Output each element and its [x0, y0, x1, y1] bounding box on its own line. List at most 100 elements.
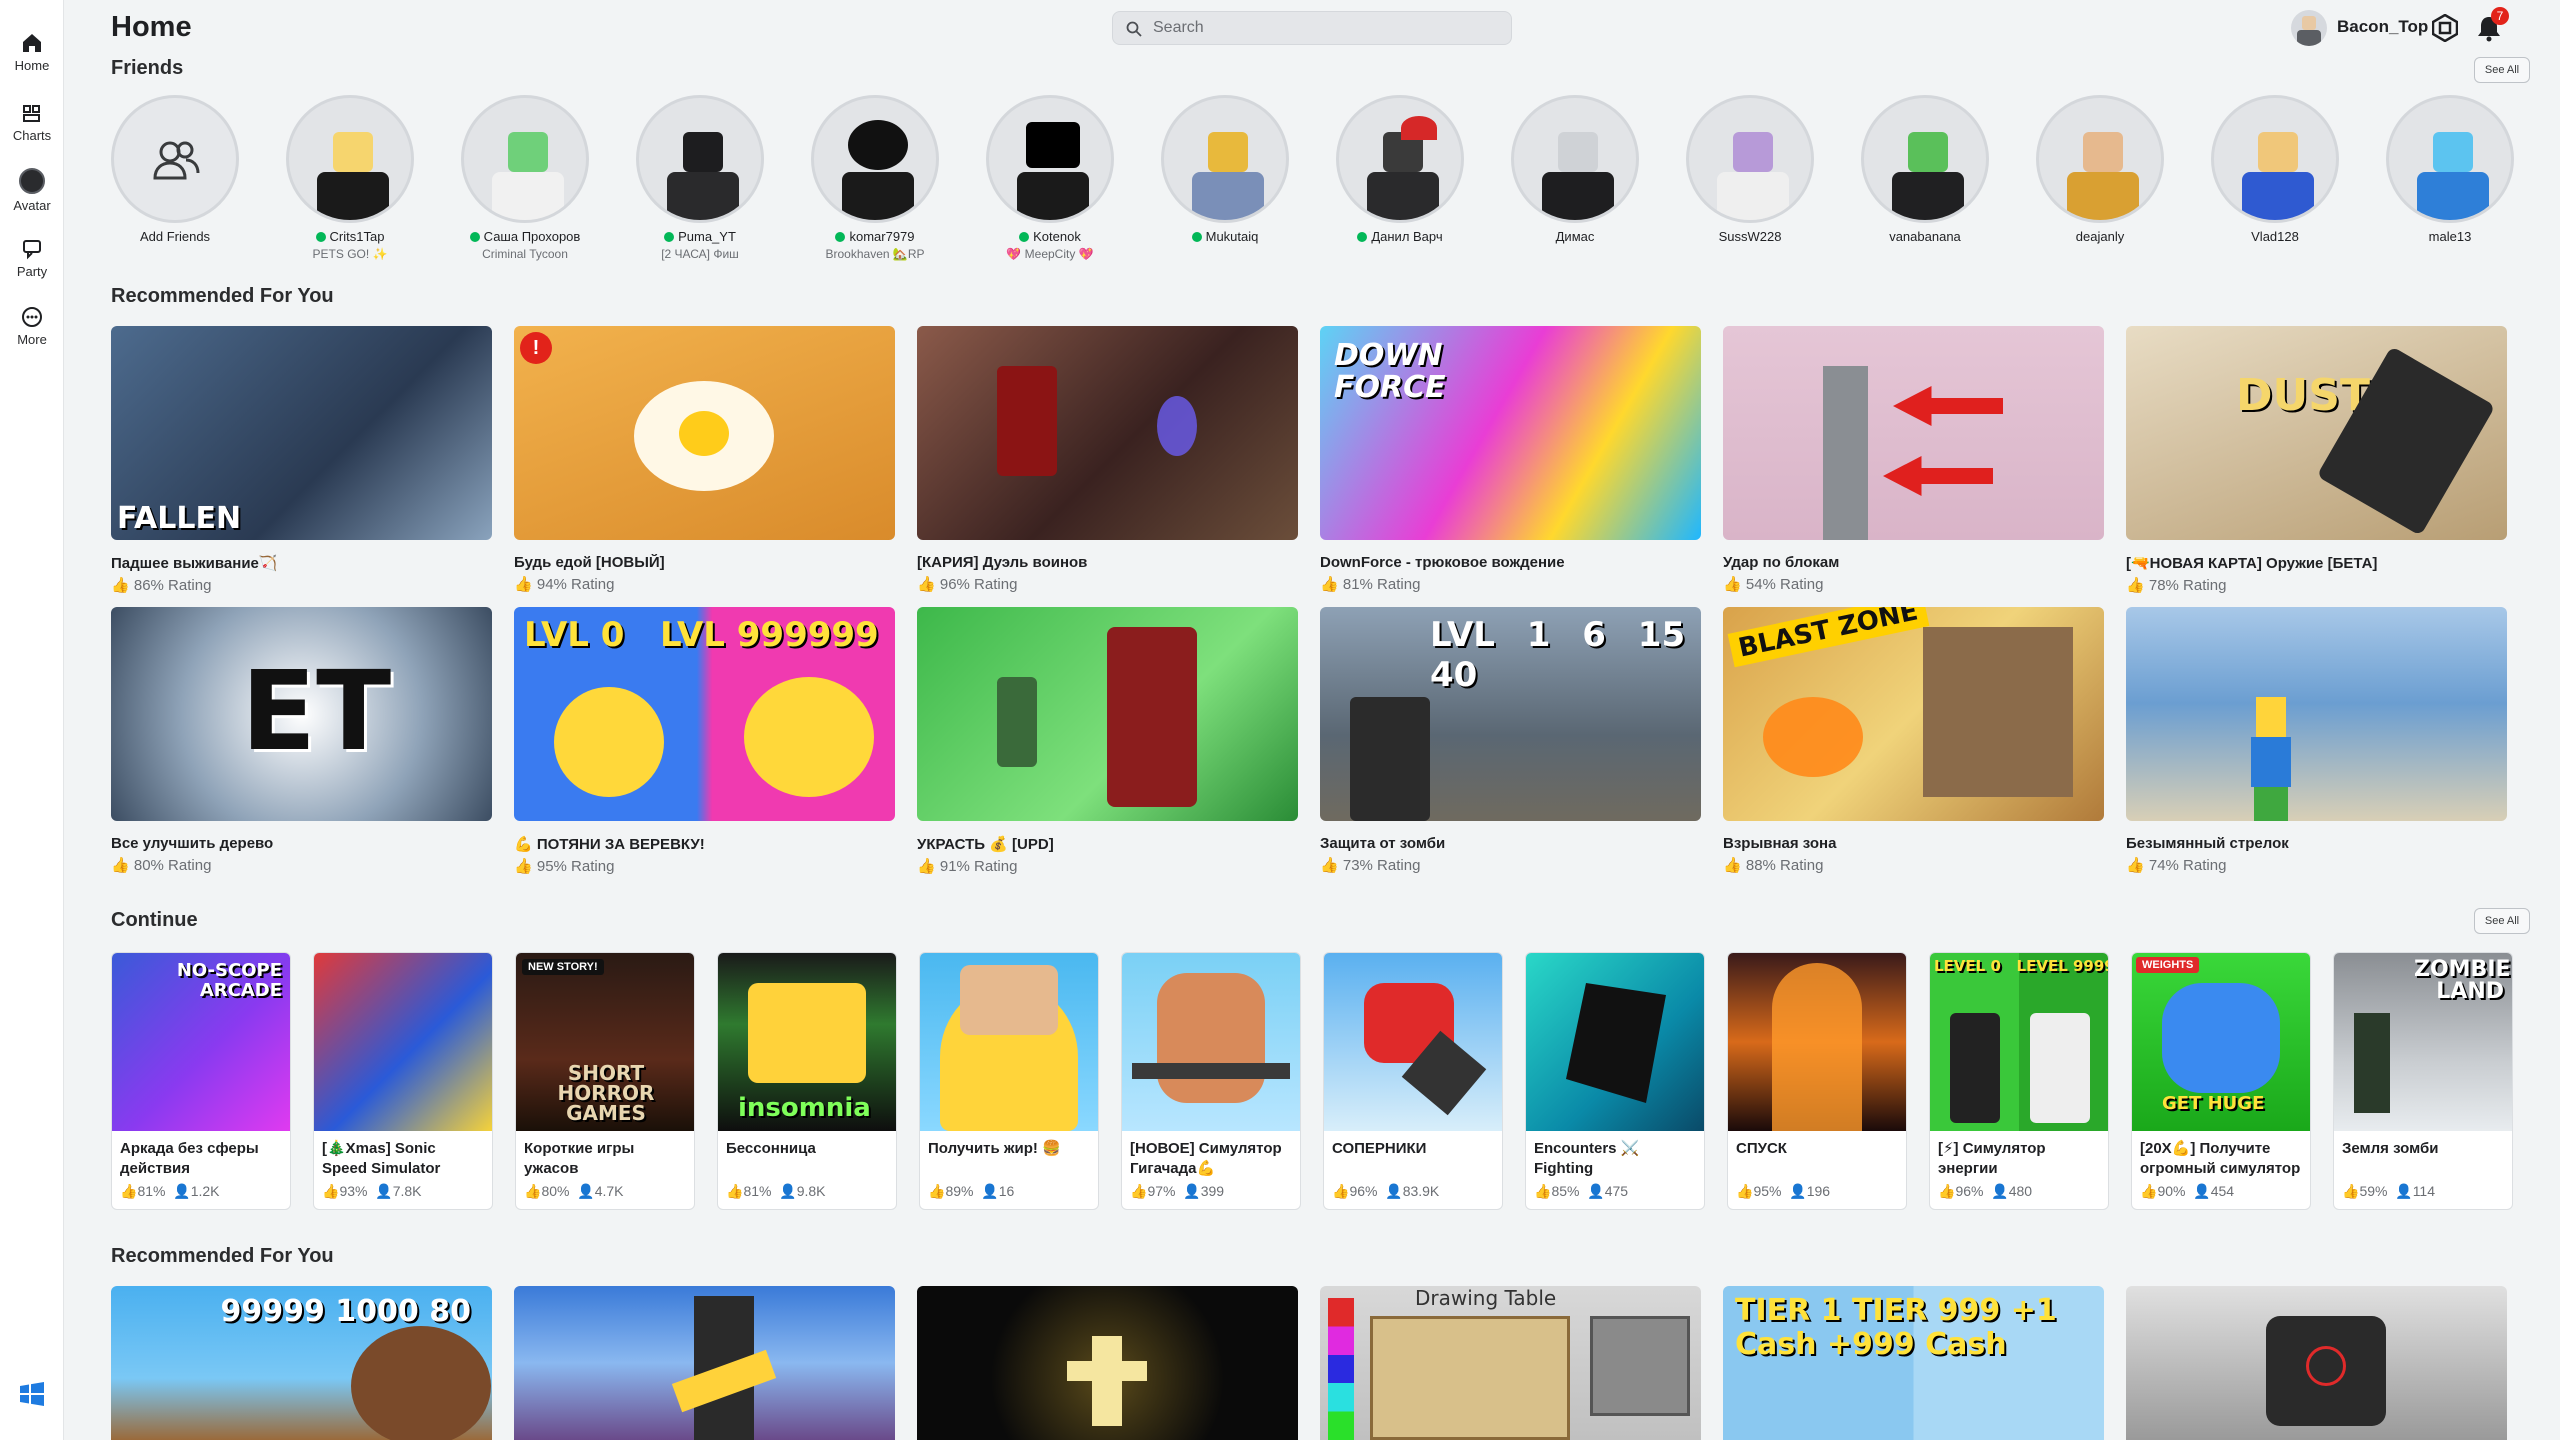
game-tile[interactable] — [2126, 1286, 2507, 1440]
user-avatar[interactable] — [2291, 10, 2327, 46]
game-tile[interactable]: ! Будь едой [НОВЫЙ] 👍 94% Rating — [514, 326, 895, 593]
game-thumbnail: FALLEN — [111, 326, 492, 540]
game-tile[interactable]: LVL 0 LVL 999999 💪 ПОТЯНИ ЗА ВЕРЕВКУ! 👍 … — [514, 607, 895, 875]
game-tile[interactable]: DUST [🔫НОВАЯ КАРТА] Оружие [БЕТА] 👍 78% … — [2126, 326, 2507, 594]
players-icon: 👤 — [577, 1183, 595, 1199]
continue-game-tile[interactable]: ZOMBIE LAND Земля зомби 👍59% 👤114 — [2333, 952, 2513, 1210]
game-tile[interactable]: BLAST ZONE Взрывная зона 👍 88% Rating — [1723, 607, 2104, 874]
continue-game-tile[interactable]: WEIGHTS GET HUGE [20X💪] Получите огромны… — [2131, 952, 2311, 1210]
game-rating: 85% — [1551, 1183, 1580, 1199]
players-icon: 👤 — [981, 1183, 999, 1199]
friends-see-all-button[interactable]: See All — [2474, 57, 2530, 83]
thumbs-up-icon: 👍 — [1723, 576, 1742, 593]
game-thumbnail: NEW STORY! SHORT HORROR GAMES — [516, 953, 694, 1131]
continue-game-tile[interactable]: [🎄Xmas] Sonic Speed Simulator 👍93% 👤7.8K — [313, 952, 493, 1210]
thumbnail-text: DOWN FORCE — [1334, 338, 1446, 405]
game-name: СОПЕРНИКИ — [1332, 1140, 1427, 1157]
friend-status[interactable]: Criminal Tycoon — [460, 247, 590, 261]
nav-avatar[interactable]: Avatar — [0, 168, 64, 228]
continue-see-all-button[interactable]: See All — [2474, 908, 2530, 934]
continue-game-tile[interactable]: Encounters ⚔️ Fighting 👍85% 👤475 — [1525, 952, 1705, 1210]
player-count: 454 — [2210, 1183, 2235, 1199]
friend-item[interactable]: Vlad128 — [2210, 95, 2340, 244]
thumbs-up-icon: 👍 — [1320, 576, 1339, 593]
thumbnail-text: TIER 1 TIER 999 +1 Cash +999 Cash — [1735, 1293, 2057, 1362]
continue-game-tile[interactable]: СПУСК 👍95% 👤196 — [1727, 952, 1907, 1210]
thumbnail-text: SHORT HORROR GAMES — [557, 1061, 655, 1125]
friend-item[interactable]: vanabanana — [1860, 95, 1990, 244]
players-icon: 👤 — [1789, 1183, 1807, 1199]
game-tile[interactable] — [514, 1286, 895, 1440]
nav-home[interactable]: Home — [0, 32, 64, 92]
thumbnail-text: BLAST ZONE — [1727, 607, 1929, 668]
friend-item[interactable]: Саша Прохоров Criminal Tycoon — [460, 95, 590, 261]
friend-item[interactable]: Данил Варч — [1335, 95, 1465, 244]
nav-charts-label: Charts — [12, 128, 52, 143]
thumbs-up-icon: 👍 — [1534, 1183, 1552, 1199]
player-count: 9.8K — [796, 1183, 826, 1199]
continue-game-tile[interactable]: NO-SCOPE ARCADE Аркада без сферы действи… — [111, 952, 291, 1210]
friend-item[interactable]: Димас — [1510, 95, 1640, 244]
players-icon: 👤 — [779, 1183, 797, 1199]
game-name: [КАРИЯ] Дуэль воинов — [917, 554, 1088, 571]
game-tile[interactable]: LVL 1 6 15 40 Защита от зомби 👍 73% Rati… — [1320, 607, 1701, 874]
game-tile[interactable] — [917, 1286, 1298, 1440]
friend-item[interactable]: SussW228 — [1685, 95, 1815, 244]
thumbnail-text: DUST — [2236, 370, 2370, 421]
robux-icon[interactable] — [2432, 14, 2458, 42]
continue-game-tile[interactable]: СОПЕРНИКИ 👍96% 👤83.9K — [1323, 952, 1503, 1210]
continue-game-tile[interactable]: NEW STORY! SHORT HORROR GAMES Короткие и… — [515, 952, 695, 1210]
continue-game-tile[interactable]: LEVEL 0 LEVEL 9999 [⚡] Симулятор энергии… — [1929, 952, 2109, 1210]
friend-item[interactable]: Kotenok 💖 MeepCity 💖 — [985, 95, 1115, 261]
friend-item[interactable]: Mukutaiq — [1160, 95, 1290, 244]
windows-logo-icon[interactable] — [18, 1380, 46, 1408]
game-thumbnail: WEIGHTS GET HUGE — [2132, 953, 2310, 1131]
search-input[interactable] — [1153, 14, 1493, 42]
friend-item[interactable]: male13 — [2385, 95, 2515, 244]
game-tile[interactable]: DOWN FORCE DownForce - трюковое вождение… — [1320, 326, 1701, 593]
game-tile[interactable]: УКРАСТЬ 💰 [UPD] 👍 91% Rating — [917, 607, 1298, 875]
game-thumbnail: LVL 0 LVL 999999 — [514, 607, 895, 821]
game-name: 💪 ПОТЯНИ ЗА ВЕРЕВКУ! — [514, 836, 705, 853]
game-tile[interactable]: Удар по блокам 👍 54% Rating — [1723, 326, 2104, 593]
game-thumbnail — [1723, 326, 2104, 540]
username[interactable]: Bacon_Top — [2337, 17, 2428, 37]
nav-party[interactable]: Party — [0, 238, 64, 298]
thumbs-up-icon: 👍 — [524, 1183, 542, 1199]
alert-icon: ! — [520, 332, 552, 364]
recommended-title: Recommended For You — [111, 285, 334, 307]
game-tile[interactable]: 99999 1000 80 — [111, 1286, 492, 1440]
friend-item[interactable]: deajanly — [2035, 95, 2165, 244]
friend-name: Mukutaiq — [1205, 229, 1259, 244]
search-bar[interactable] — [1112, 11, 1512, 45]
friend-item[interactable]: komar7979 Brookhaven 🏡RP — [810, 95, 940, 261]
game-rating: 78% Rating — [2148, 577, 2227, 594]
friend-status[interactable]: PETS GO! ✨ — [285, 247, 415, 261]
friend-item[interactable]: Crits1Tap PETS GO! ✨ — [285, 95, 415, 261]
game-tile[interactable]: Drawing Table — [1320, 1286, 1701, 1440]
continue-game-tile[interactable]: [НОВОЕ] Симулятор Гигачада💪 👍97% 👤399 — [1121, 952, 1301, 1210]
thumbs-up-icon: 👍 — [111, 577, 130, 594]
friend-status[interactable]: 💖 MeepCity 💖 — [985, 247, 1115, 261]
game-rating: 91% Rating — [939, 858, 1018, 875]
game-tile[interactable]: Безымянный стрелок 👍 74% Rating — [2126, 607, 2507, 874]
friend-status[interactable]: Brookhaven 🏡RP — [810, 247, 940, 261]
thumbs-up-icon: 👍 — [514, 858, 533, 875]
game-tile[interactable]: FALLEN Падшее выживание🏹 👍 86% Rating — [111, 326, 492, 594]
add-friends-item[interactable]: Add Friends — [110, 95, 240, 244]
game-tile[interactable]: [КАРИЯ] Дуэль воинов 👍 96% Rating — [917, 326, 1298, 593]
game-name: Падшее выживание🏹 — [111, 555, 278, 572]
thumbs-up-icon: 👍 — [2342, 1183, 2360, 1199]
nav-charts[interactable]: Charts — [0, 102, 64, 162]
continue-game-tile[interactable]: insomnia Бессонница 👍81% 👤9.8K — [717, 952, 897, 1210]
game-tile[interactable]: ET Все улучшить дерево 👍 80% Rating — [111, 607, 492, 874]
friend-item[interactable]: Puma_YT [2 ЧАСА] Фиш — [635, 95, 765, 261]
nav-more[interactable]: More — [0, 306, 64, 366]
game-thumbnail — [1122, 953, 1300, 1131]
friend-status[interactable]: [2 ЧАСА] Фиш — [635, 247, 765, 261]
continue-game-tile[interactable]: Получить жир! 🍔 👍89% 👤16 — [919, 952, 1099, 1210]
player-count: 399 — [1200, 1183, 1225, 1199]
thumbs-up-icon: 👍 — [111, 857, 130, 874]
players-icon: 👤 — [2193, 1183, 2211, 1199]
game-tile[interactable]: TIER 1 TIER 999 +1 Cash +999 Cash — [1723, 1286, 2104, 1440]
